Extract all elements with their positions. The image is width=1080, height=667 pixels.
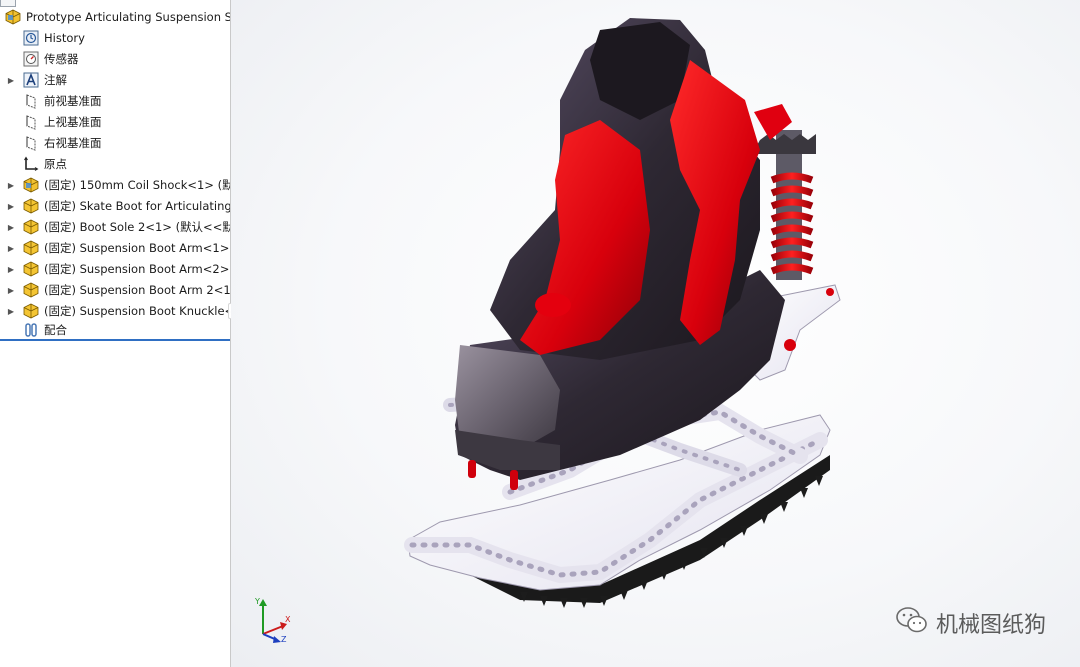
tree-item-label: 注解 [44, 73, 67, 87]
tree-item-label: 配合 [44, 323, 67, 337]
history-icon [22, 30, 39, 47]
tree-item-mates[interactable]: 配合 [0, 320, 230, 340]
tree-item-sensors[interactable]: 传感器 [0, 49, 230, 69]
expand-arrow-icon[interactable]: ▶ [7, 286, 15, 295]
triad-x-label: X [285, 615, 291, 624]
tree-item-annotations[interactable]: ▶ 注解 [0, 70, 230, 90]
tree-item-boot-arm-1[interactable]: ▶ (固定) Suspension Boot Arm<1> [0, 238, 230, 258]
tree-item-label: 前视基准面 [44, 94, 102, 108]
tree-item-origin[interactable]: 原点 [0, 154, 230, 174]
tree-item-right-plane[interactable]: 右视基准面 [0, 133, 230, 153]
tree-item-boot-knuckle[interactable]: ▶ (固定) Suspension Boot Knuckle< [0, 301, 230, 321]
triad-y-label: Y [254, 597, 260, 606]
expand-arrow-icon[interactable]: ▶ [7, 307, 15, 316]
model-render [404, 18, 841, 608]
sensor-icon [22, 51, 39, 68]
tree-item-front-plane[interactable]: 前视基准面 [0, 91, 230, 111]
expand-arrow-icon[interactable]: ▶ [7, 202, 15, 211]
expand-arrow-icon[interactable]: ▶ [7, 265, 15, 274]
expand-arrow-icon[interactable]: ▶ [7, 76, 15, 85]
tree-item-label: (固定) Suspension Boot Arm 2<1 [44, 283, 230, 297]
plane-icon [22, 93, 39, 110]
tree-item-label: (固定) Suspension Boot Arm<2> [44, 262, 230, 276]
assembly-icon [4, 9, 21, 26]
tree-item-label: (固定) Suspension Boot Arm<1> [44, 241, 230, 255]
expand-arrow-icon[interactable]: ▶ [7, 181, 15, 190]
plane-icon [22, 114, 39, 131]
tree-item-label: (固定) Suspension Boot Knuckle< [44, 304, 230, 318]
part-icon [22, 198, 39, 215]
tree-item-label: (固定) Skate Boot for Articulating [44, 199, 230, 213]
feature-manager-tree: Prototype Articulating Suspension Sh His… [0, 0, 231, 667]
view-triad[interactable]: Y X Z [253, 596, 293, 648]
coil-shock [752, 104, 816, 280]
panel-top-handle[interactable] [0, 0, 16, 7]
part-icon [22, 261, 39, 278]
tree-item-coil-shock[interactable]: ▶ (固定) 150mm Coil Shock<1> (默 [0, 175, 230, 195]
tree-item-history[interactable]: History [0, 28, 230, 48]
tree-item-top-plane[interactable]: 上视基准面 [0, 112, 230, 132]
mates-icon [22, 322, 39, 339]
watermark-text: 机械图纸狗 [935, 613, 1046, 638]
tree-item-label: 上视基准面 [44, 115, 102, 129]
graphics-viewport[interactable]: Y X Z 机械图纸狗 [231, 0, 1080, 667]
tree-item-label: 传感器 [44, 52, 79, 66]
tree-root-assembly[interactable]: Prototype Articulating Suspension Sh [4, 8, 230, 26]
tree-item-skate-boot[interactable]: ▶ (固定) Skate Boot for Articulating [0, 196, 230, 216]
watermark: 机械图纸狗 [896, 606, 1046, 640]
expand-arrow-icon[interactable]: ▶ [7, 223, 15, 232]
wechat-icon [896, 606, 928, 640]
tree-item-boot-arm-2-1[interactable]: ▶ (固定) Suspension Boot Arm 2<1 [0, 280, 230, 300]
tree-item-label: (固定) 150mm Coil Shock<1> (默 [44, 178, 230, 192]
tree-item-label: 右视基准面 [44, 136, 102, 150]
expand-arrow-icon[interactable]: ▶ [7, 244, 15, 253]
origin-icon [22, 156, 39, 173]
ankle-knob [535, 293, 571, 317]
tree-item-boot-arm-2[interactable]: ▶ (固定) Suspension Boot Arm<2> [0, 259, 230, 279]
annotation-icon [22, 72, 39, 89]
part-icon [22, 303, 39, 320]
subassembly-icon [22, 177, 39, 194]
tree-root-label: Prototype Articulating Suspension Sh [26, 10, 230, 24]
tree-rollback-bar[interactable] [0, 339, 230, 341]
tree-item-boot-sole[interactable]: ▶ (固定) Boot Sole 2<1> (默认<<默 [0, 217, 230, 237]
plane-icon [22, 135, 39, 152]
part-icon [22, 219, 39, 236]
tree-item-label: (固定) Boot Sole 2<1> (默认<<默 [44, 220, 230, 234]
triad-z-label: Z [281, 635, 287, 644]
arm-bolt [784, 339, 796, 351]
part-icon [22, 240, 39, 257]
tree-item-label: 原点 [44, 157, 67, 171]
tree-item-label: History [44, 31, 85, 45]
part-icon [22, 282, 39, 299]
